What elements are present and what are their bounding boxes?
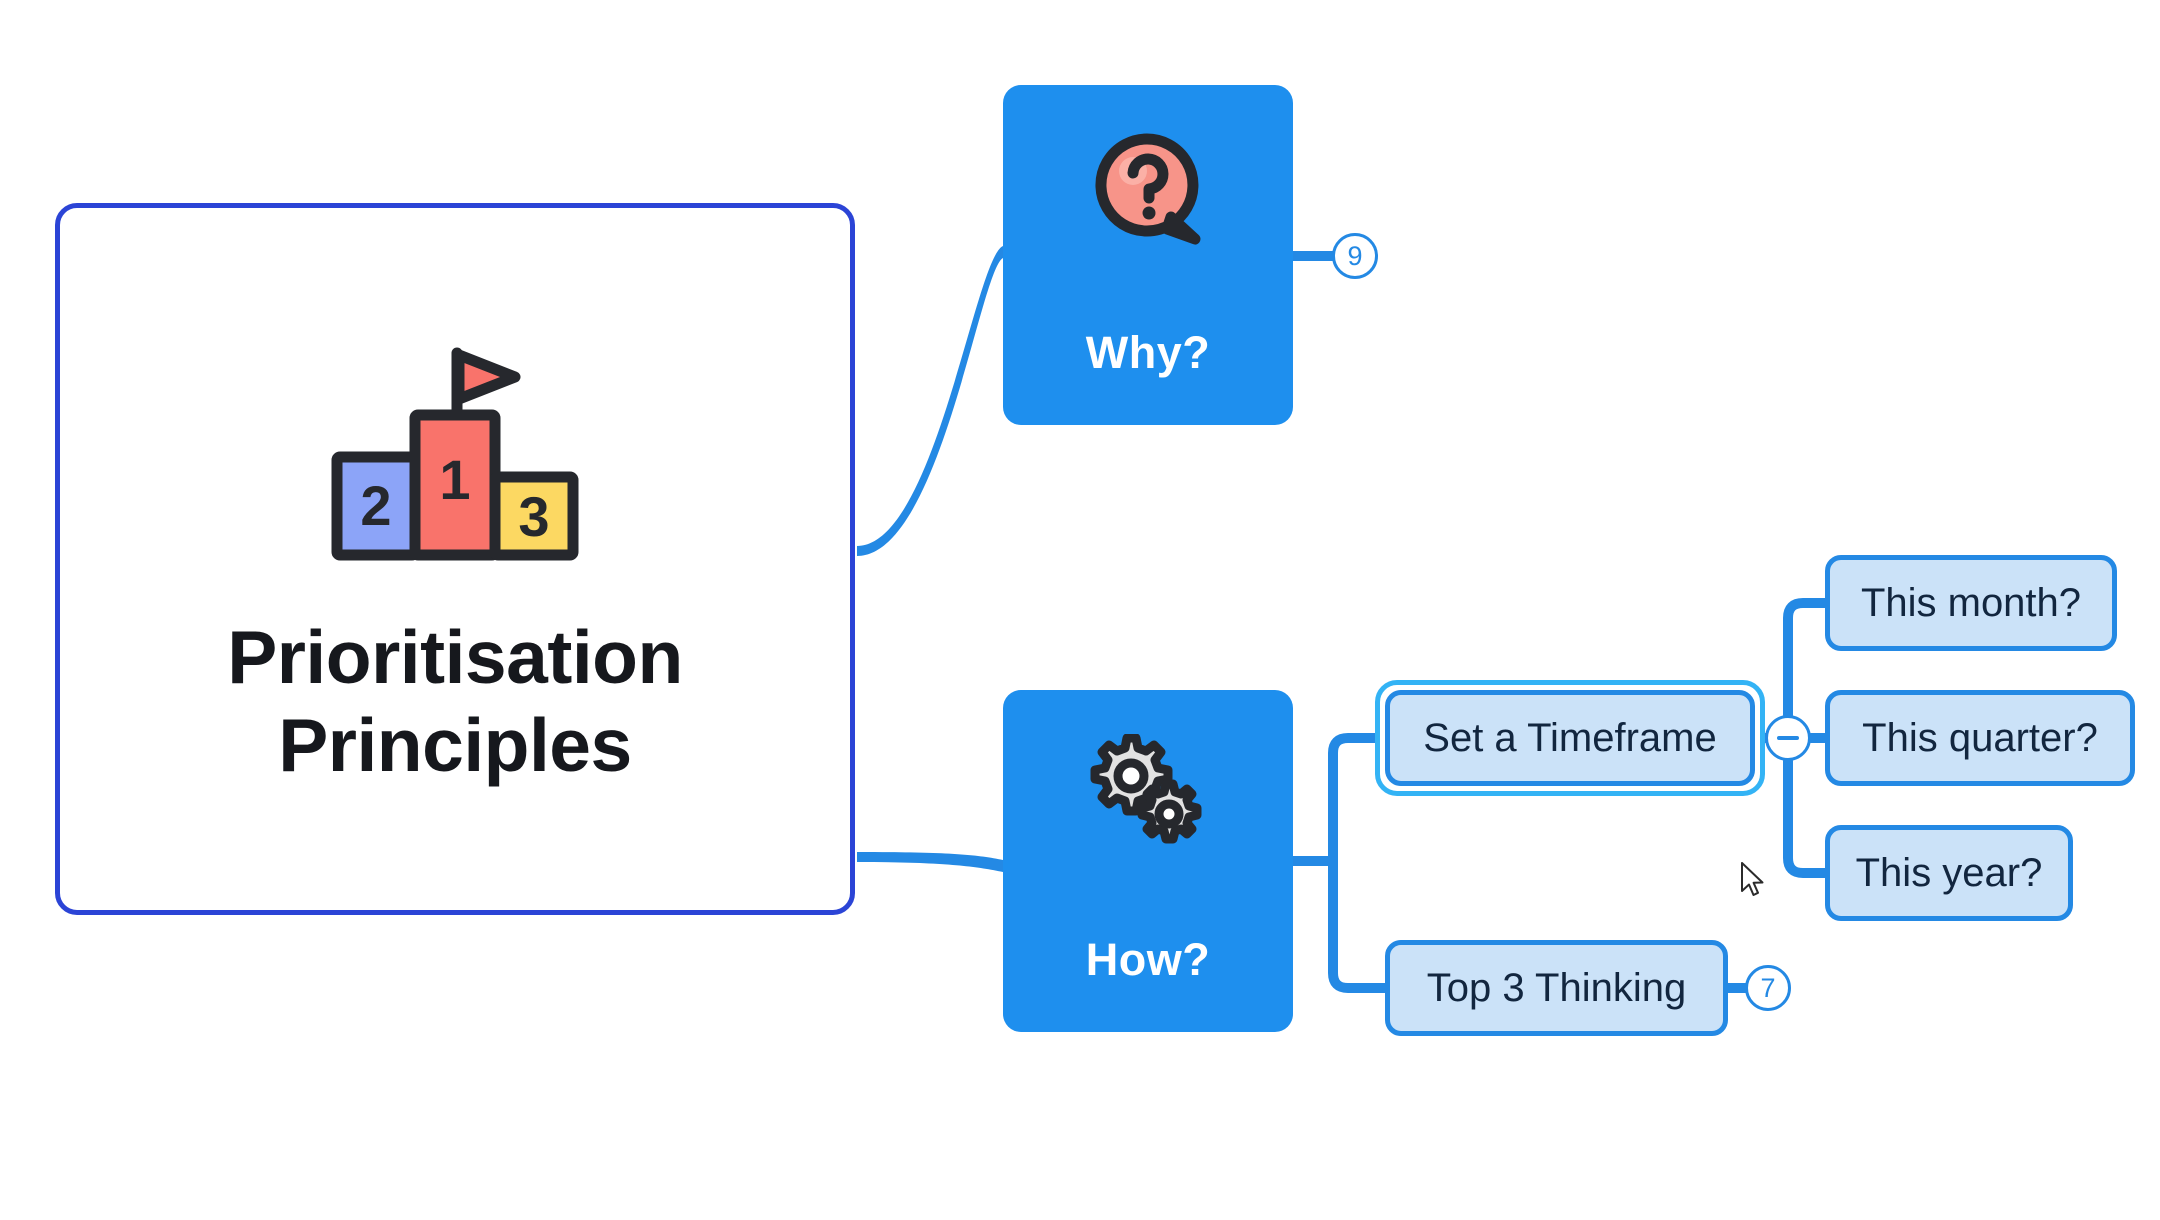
collapsed-count-badge-top-3-thinking[interactable]: 7 [1745,965,1791,1011]
branch-node-how[interactable]: How? [1003,690,1293,1032]
root-title: Prioritisation Principles [227,613,683,790]
branch-label-why: Why? [1085,327,1211,378]
node-this-year[interactable]: This year? [1825,825,2073,921]
root-title-line-2: Principles [278,703,632,787]
edge-root-to-why [857,246,1003,556]
minus-icon [1777,736,1799,740]
edge-how-to-top3 [1328,856,1390,993]
branch-node-why[interactable]: Why? [1003,85,1293,425]
svg-text:1: 1 [439,448,470,511]
root-node[interactable]: 2 1 3 Prioritisation Principles [55,203,855,915]
collapse-toggle-set-a-timeframe[interactable] [1765,715,1811,761]
svg-text:2: 2 [360,474,391,537]
podium-winner-icon: 2 1 3 [331,347,579,560]
mindmap-canvas[interactable]: 2 1 3 Prioritisation Principles Why? 9 H… [0,0,2160,1220]
node-this-quarter[interactable]: This quarter? [1825,690,2135,786]
node-set-a-timeframe[interactable]: Set a Timeframe [1385,690,1755,786]
svg-text:3: 3 [518,485,549,548]
question-speech-bubble-icon [1095,133,1201,245]
edge-root-to-how [857,852,1003,872]
node-this-month[interactable]: This month? [1825,555,2117,651]
edge-timeframe-trunk-up [1783,598,1830,720]
root-title-line-1: Prioritisation [227,614,683,699]
edge-timeframe-trunk-down [1783,756,1830,878]
branch-label-how: How? [1085,934,1211,985]
gears-icon [1090,734,1202,844]
node-top-3-thinking[interactable]: Top 3 Thinking [1385,940,1728,1036]
collapsed-count-badge-why[interactable]: 9 [1332,233,1378,279]
mouse-cursor-arrow-pointer [1741,862,1764,896]
